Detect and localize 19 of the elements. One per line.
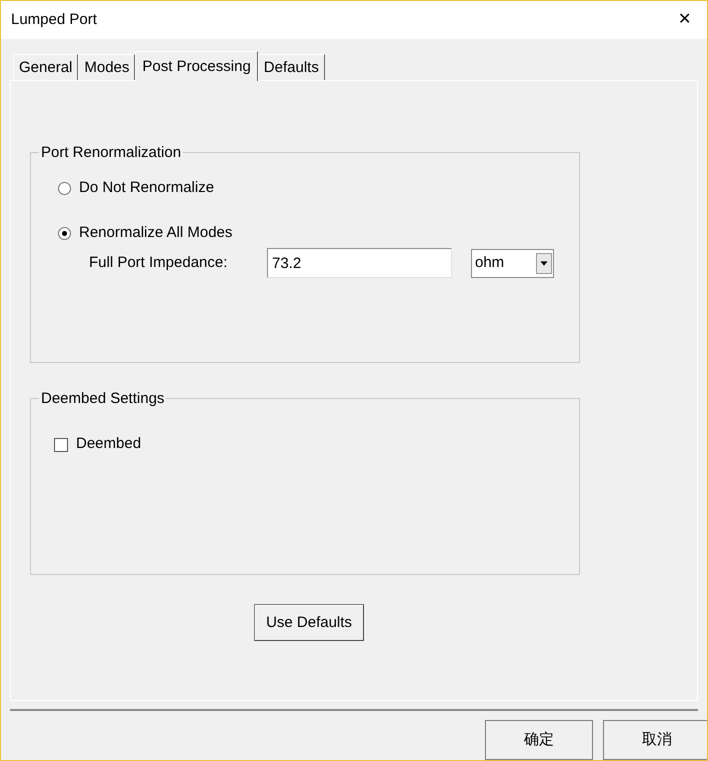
checkbox[interactable]: [54, 438, 68, 452]
field-label: Full Port Impedance:: [89, 253, 228, 274]
window-title: Lumped Port: [11, 10, 97, 30]
tab[interactable]: Modes: [78, 54, 136, 80]
tab[interactable]: General: [13, 54, 78, 80]
radio-button[interactable]: [58, 226, 71, 240]
radio-button[interactable]: [58, 182, 71, 196]
cancel-button[interactable]: 取消: [603, 720, 707, 760]
use-defaults-button[interactable]: Use Defaults: [254, 604, 364, 642]
tab[interactable]: Post Processing: [135, 51, 258, 82]
close-button[interactable]: ✕: [674, 8, 695, 32]
ok-button[interactable]: 确定: [485, 720, 593, 760]
checkbox-label[interactable]: Deembed: [76, 433, 142, 456]
tab[interactable]: Defaults: [258, 54, 325, 80]
unit-dropdown[interactable]: ohm: [471, 248, 554, 278]
radio-label[interactable]: Do Not Renormalize: [79, 177, 214, 200]
radio-label[interactable]: Renormalize All Modes: [79, 222, 232, 244]
impedance-field[interactable]: 73.2: [267, 248, 452, 278]
caret-icon: [536, 252, 552, 274]
